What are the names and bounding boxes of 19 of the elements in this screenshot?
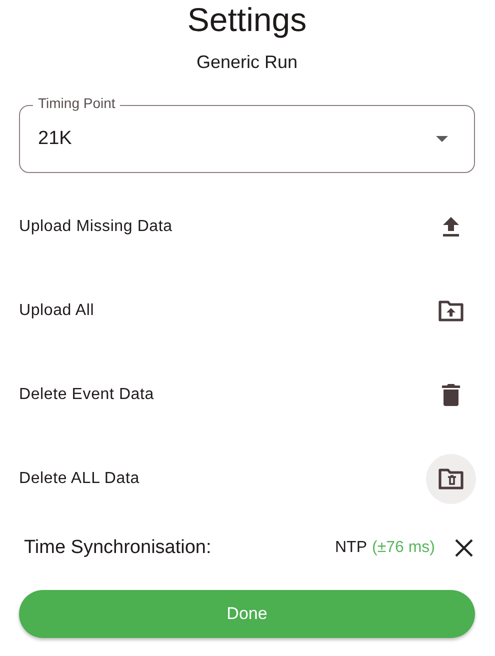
sync-label: Time Synchronisation: (24, 537, 212, 559)
action-label[interactable]: Upload Missing Data (19, 218, 172, 236)
trash-icon (442, 384, 460, 406)
folder-upload-icon (438, 300, 464, 322)
upload-icon (442, 217, 460, 237)
dropdown-caret-icon (436, 136, 448, 142)
sync-method: NTP (334, 539, 367, 557)
folder-delete-icon (438, 468, 464, 490)
event-name: Generic Run (195, 52, 299, 73)
close-button[interactable] (453, 537, 475, 559)
action-label[interactable]: Delete Event Data (19, 386, 154, 404)
field-value: 21K (38, 128, 73, 150)
sync-accuracy: (±76 ms) (372, 539, 435, 557)
action-label[interactable]: Upload All (19, 302, 94, 320)
action-label[interactable]: Delete ALL Data (19, 470, 140, 488)
page-title: Settings (186, 0, 308, 40)
close-icon (453, 537, 475, 559)
action-button[interactable] (426, 454, 476, 504)
field-label: Timing Point (33, 95, 120, 111)
